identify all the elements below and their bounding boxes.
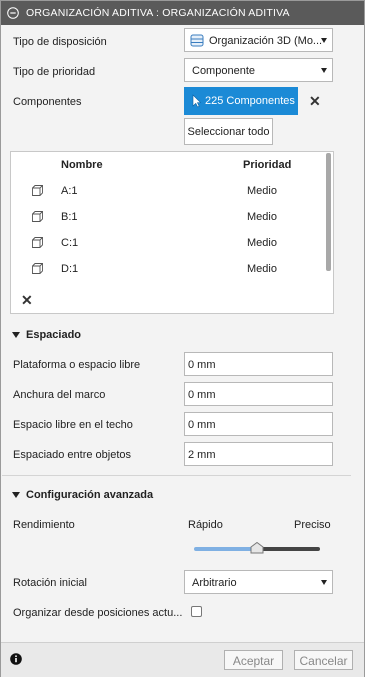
espaciado-label-techo: Espacio libre en el techo	[13, 419, 133, 431]
chevron-down-icon	[321, 38, 327, 43]
espaciado-label-anchura: Anchura del marco	[13, 389, 106, 401]
dialog-title: ORGANIZACIÓN ADITIVA : ORGANIZACIÓN ADIT…	[26, 7, 290, 19]
component-icon	[32, 185, 43, 196]
tipo-disposicion-value: Organización 3D (Mo...	[209, 35, 323, 47]
component-icon	[32, 211, 43, 222]
espaciado-label-plataforma: Plataforma o espacio libre	[13, 359, 141, 371]
tipo-prioridad-dropdown[interactable]: Componente	[184, 58, 333, 82]
rotacion-value: Arbitrario	[192, 577, 237, 589]
rendimiento-label: Rendimiento	[13, 519, 75, 531]
cursor-arrow-icon	[192, 94, 201, 108]
clear-selection-icon[interactable]: ✕	[309, 94, 321, 108]
organizar-label: Organizar desde posiciones actu...	[13, 607, 183, 619]
row-priority[interactable]: Medio	[247, 211, 277, 223]
row-priority[interactable]: Medio	[247, 237, 277, 249]
espaciado-label-objetos: Espaciado entre objetos	[13, 449, 132, 461]
chevron-down-icon	[321, 580, 327, 585]
componentes-label: Componentes	[13, 96, 82, 108]
row-name: C:1	[61, 237, 79, 249]
tipo-disposicion-dropdown[interactable]: Organización 3D (Mo...	[184, 28, 333, 52]
organizar-checkbox[interactable]	[191, 606, 202, 617]
componentes-selection-button[interactable]: 225 Componentes	[184, 87, 298, 115]
rotacion-dropdown[interactable]: Arbitrario	[184, 570, 333, 594]
section-avanzada-header[interactable]: Configuración avanzada	[26, 489, 153, 501]
tipo-prioridad-label: Tipo de prioridad	[13, 66, 96, 78]
components-table: Nombre Prioridad A:1 Medio B:1 Medio C:1	[10, 151, 334, 314]
dialog-panel: ORGANIZACIÓN ADITIVA : ORGANIZACIÓN ADIT…	[0, 0, 365, 677]
row-name: D:1	[61, 263, 79, 275]
row-priority[interactable]: Medio	[247, 185, 277, 197]
component-icon	[32, 237, 43, 248]
table-scrollbar[interactable]	[326, 153, 331, 271]
ok-button[interactable]: Aceptar	[224, 650, 283, 670]
section-divider	[2, 475, 351, 476]
section-espaciado-header[interactable]: Espaciado	[26, 329, 81, 341]
plataforma-input[interactable]: 0 mm	[184, 352, 333, 376]
espacio-techo-input[interactable]: 0 mm	[184, 412, 333, 436]
slider-track-filled[interactable]	[194, 547, 257, 551]
row-priority[interactable]: Medio	[247, 263, 277, 275]
expand-triangle-icon[interactable]	[12, 332, 20, 338]
slider-track[interactable]	[257, 547, 320, 551]
row-name: A:1	[61, 185, 78, 197]
arrange-3d-icon	[190, 34, 204, 47]
collapse-icon[interactable]	[7, 7, 19, 19]
slider-thumb[interactable]	[250, 542, 264, 554]
info-icon[interactable]	[10, 653, 22, 665]
component-icon	[32, 263, 43, 274]
tipo-disposicion-label: Tipo de disposición	[13, 36, 107, 48]
cancel-button[interactable]: Cancelar	[294, 650, 353, 670]
row-name: B:1	[61, 211, 78, 223]
espaciado-objetos-input[interactable]: 2 mm	[184, 442, 333, 466]
anchura-marco-input[interactable]: 0 mm	[184, 382, 333, 406]
chevron-down-icon	[321, 68, 327, 73]
remove-row-icon[interactable]: ✕	[21, 293, 33, 307]
tipo-prioridad-value: Componente	[192, 65, 255, 77]
column-header-prioridad[interactable]: Prioridad	[243, 159, 291, 171]
slider-min-label: Rápido	[188, 519, 223, 531]
rotacion-label: Rotación inicial	[13, 577, 87, 589]
column-header-nombre[interactable]: Nombre	[61, 159, 103, 171]
select-all-button[interactable]: Seleccionar todo	[184, 118, 273, 145]
expand-triangle-icon[interactable]	[12, 492, 20, 498]
title-bar[interactable]: ORGANIZACIÓN ADITIVA : ORGANIZACIÓN ADIT…	[1, 1, 364, 25]
slider-max-label: Preciso	[294, 519, 331, 531]
componentes-count: 225 Componentes	[205, 95, 295, 107]
